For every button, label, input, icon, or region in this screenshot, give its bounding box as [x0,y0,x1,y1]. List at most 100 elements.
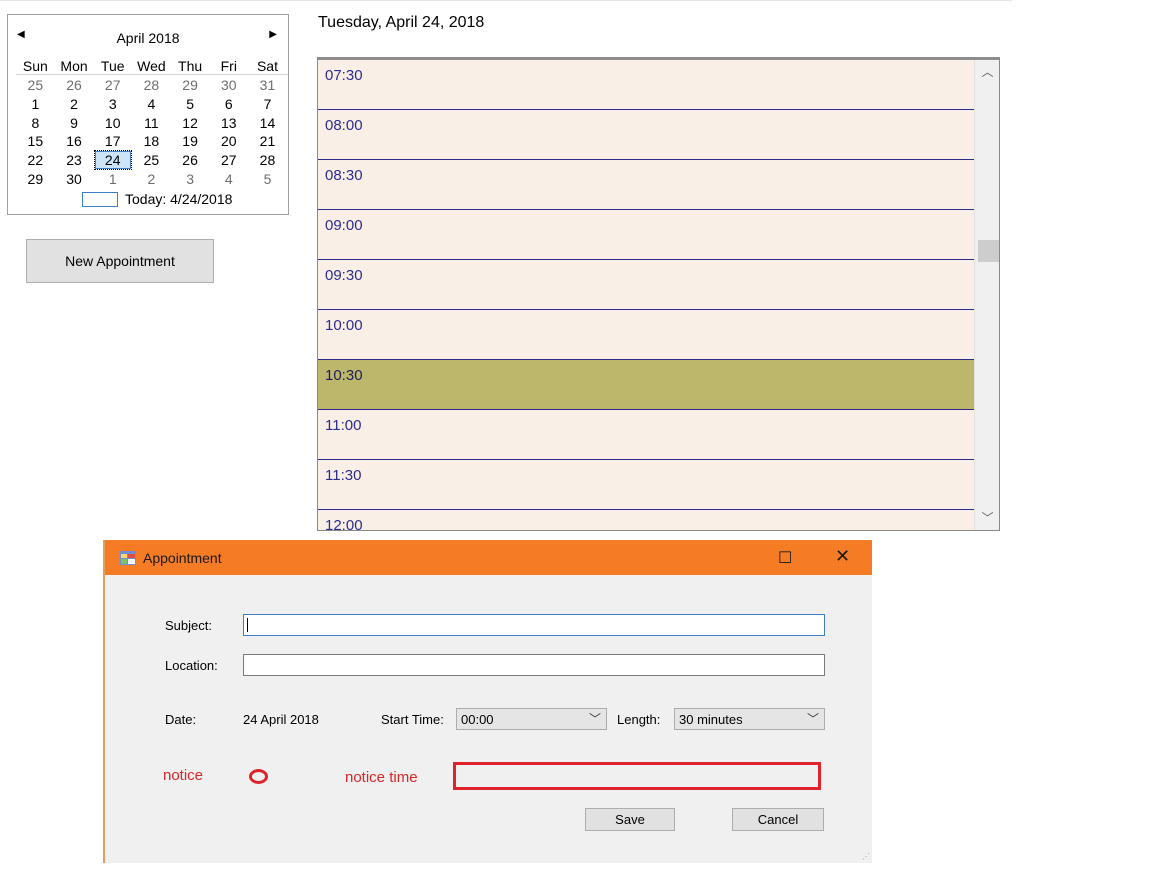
save-button[interactable]: Save [585,808,675,831]
chevron-down-icon: ﹀ [588,712,601,726]
time-slot-label: 07:30 [325,67,363,84]
time-slot-label: 09:30 [325,267,363,284]
calendar-day[interactable]: 13 [209,114,248,133]
calendar-day[interactable]: 3 [93,95,132,114]
calendar-week-row: 22 23 24 25 26 27 28 [16,150,288,171]
calendar-day[interactable]: 26 [171,151,210,170]
weekday-header-cell: Sat [256,58,278,74]
calendar-day[interactable]: 18 [132,132,171,151]
time-slot[interactable]: 12:00 [318,510,974,531]
calendar-day[interactable]: 4 [132,95,171,114]
close-icon[interactable]: ✕ [835,546,850,567]
day-view-date-title: Tuesday, April 24, 2018 [318,14,485,31]
calendar-day[interactable]: 17 [93,132,132,151]
calendar-day[interactable]: 3 [171,170,210,189]
time-slot[interactable]: 07:30 [318,60,974,110]
time-slot[interactable]: 10:00 [318,310,974,360]
calendar-day[interactable]: 25 [132,151,171,170]
calendar-day[interactable]: 5 [171,95,210,114]
resize-grip-icon[interactable]: ⋰ [862,852,870,861]
chevron-down-icon: ﹀ [806,712,819,726]
app-window-icon [120,551,136,565]
weekday-header-cell: Wed [137,58,166,74]
calendar-day[interactable]: 28 [248,151,287,170]
length-select[interactable]: 30 minutes ﹀ [674,708,825,730]
date-value: 24 April 2018 [243,712,319,727]
time-slot[interactable]: 11:30 [318,460,974,510]
dialog-title: Appointment [143,550,222,566]
today-link[interactable]: Today: 4/24/2018 [82,191,232,207]
calendar-day[interactable]: 5 [248,170,287,189]
calendar-day[interactable]: 7 [248,95,287,114]
scroll-up-icon[interactable]: ︿ [975,62,999,82]
dialog-title-bar[interactable]: Appointment ☐ ✕ [105,540,872,575]
calendar-day[interactable]: 29 [16,170,55,189]
time-slot[interactable]: 11:00 [318,410,974,460]
start-time-label: Start Time: [381,712,444,727]
weekday-header-cell: Thu [178,58,203,74]
calendar-day[interactable]: 27 [209,151,248,170]
date-label: Date: [165,712,197,727]
scroll-thumb[interactable] [978,240,999,262]
calendar-day[interactable]: 2 [55,95,94,114]
calendar-day[interactable]: 20 [209,132,248,151]
time-slot-label: 11:00 [325,417,362,434]
notice-time-box-annotation [453,762,821,790]
vertical-scrollbar[interactable]: ︿ ﹀ [974,60,999,530]
subject-input[interactable] [243,614,825,636]
time-slot-label: 10:00 [325,317,363,334]
calendar-day[interactable]: 14 [248,114,287,133]
calendar-day[interactable]: 30 [209,76,248,95]
calendar-day[interactable]: 29 [171,76,210,95]
time-slot-label: 11:30 [325,467,362,484]
time-slot[interactable]: 08:00 [318,110,974,160]
next-month-icon[interactable]: ▶ [269,29,277,40]
calendar-day[interactable]: 16 [55,132,94,151]
calendar-day[interactable]: 9 [55,114,94,133]
time-slot-label: 12:00 [325,517,363,531]
calendar-day[interactable]: 11 [132,114,171,133]
today-marker-icon [82,191,118,207]
calendar-day[interactable]: 1 [16,95,55,114]
calendar-day[interactable]: 25 [16,76,55,95]
cancel-button[interactable]: Cancel [732,808,824,831]
scroll-down-icon[interactable]: ﹀ [975,508,999,528]
calendar-day[interactable]: 8 [16,114,55,133]
top-divider [0,0,1012,1]
start-time-select[interactable]: 00:00 ﹀ [456,708,607,730]
time-slot[interactable]: 09:00 [318,210,974,260]
calendar-day[interactable]: 31 [248,76,287,95]
new-appointment-button[interactable]: New Appointment [26,239,214,283]
location-input[interactable] [243,654,825,676]
calendar-day[interactable]: 27 [93,76,132,95]
calendar-day[interactable]: 26 [55,76,94,95]
time-slot-label: 09:00 [325,217,363,234]
month-calendar[interactable]: ◀ April 2018 ▶ Sun Mon Tue Wed Thu Fri Sat 25 2… [7,14,289,215]
calendar-month-title[interactable]: April 2018 [8,30,288,46]
time-slot[interactable]: 09:30 [318,260,974,310]
length-value: 30 minutes [679,712,743,727]
calendar-day[interactable]: 1 [93,170,132,189]
calendar-day[interactable]: 23 [55,151,94,170]
calendar-day[interactable]: 28 [132,76,171,95]
weekday-header: Sun Mon Tue Wed Thu Fri Sat [16,58,288,75]
time-slot[interactable]: 08:30 [318,160,974,210]
maximize-icon[interactable]: ☐ [778,548,792,568]
calendar-day[interactable]: 19 [171,132,210,151]
calendar-day[interactable]: 15 [16,132,55,151]
calendar-day[interactable]: 10 [93,114,132,133]
calendar-day[interactable]: 21 [248,132,287,151]
calendar-day[interactable]: 12 [171,114,210,133]
notice-checkbox-annotation [249,769,268,784]
day-view[interactable]: 07:30 08:00 08:30 09:00 09:30 10:00 10:30 11:00… [317,57,1000,531]
calendar-week-row: 25 26 27 28 29 30 31 [16,76,288,95]
calendar-day[interactable]: 22 [16,151,55,170]
text-caret [247,618,248,632]
calendar-day[interactable]: 30 [55,170,94,189]
calendar-day[interactable]: 24 [93,150,132,171]
calendar-day[interactable]: 2 [132,170,171,189]
calendar-day[interactable]: 6 [209,95,248,114]
time-slot[interactable]: 10:30 [318,360,974,410]
calendar-day[interactable]: 4 [209,170,248,189]
notice-time-annotation: notice time [345,769,418,786]
